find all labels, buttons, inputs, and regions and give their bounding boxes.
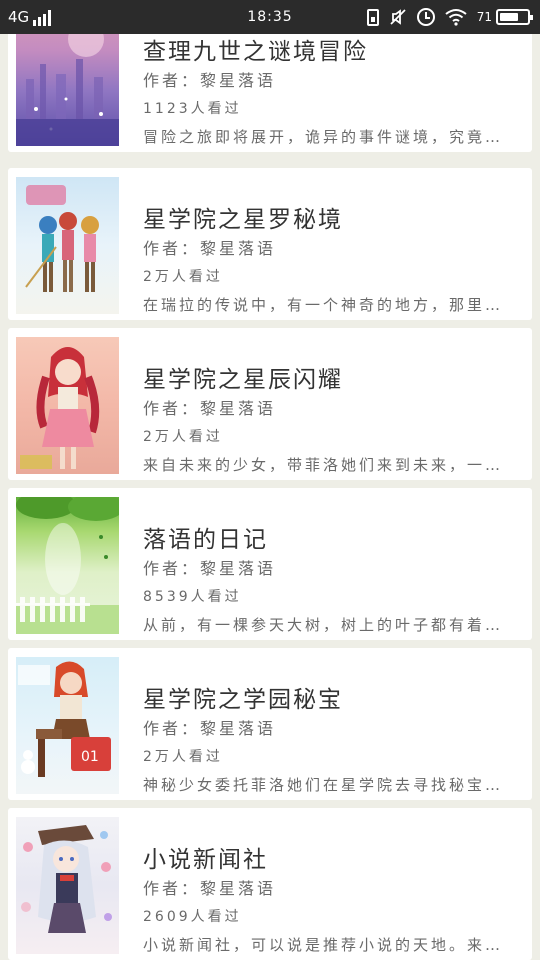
book-cover <box>16 817 119 954</box>
book-description: 小说新闻社，可以说是推荐小说的天地。来… <box>143 936 504 954</box>
mute-icon <box>389 8 407 26</box>
book-author: 作者：黎星落语 <box>143 399 277 418</box>
cover-green-diary-icon <box>16 497 119 634</box>
book-description: 神秘少女委托菲洛她们在星学院去寻找秘宝… <box>143 776 504 794</box>
alarm-icon <box>416 8 435 26</box>
svg-text:01: 01 <box>81 749 99 765</box>
battery-percent: 71 <box>476 10 492 24</box>
book-description: 在瑞拉的传说中，有一个神奇的地方，那里… <box>143 296 504 314</box>
book-cover: 01 <box>16 657 119 794</box>
book-title: 星学院之星罗秘境 <box>143 207 343 233</box>
book-title: 落语的日记 <box>143 527 268 553</box>
cover-girl-sitting-icon: 01 <box>18 661 111 777</box>
cover-red-hair-girl-icon <box>20 347 100 469</box>
book-author: 作者：黎星落语 <box>143 559 277 578</box>
book-views: 1123人看过 <box>143 101 242 117</box>
book-title: 小说新闻社 <box>143 847 268 873</box>
status-icons: 71 <box>366 6 533 28</box>
book-card[interactable]: 星学院之星辰闪耀 作者：黎星落语 2万人看过 来自未来的少女，带菲洛她们来到未来… <box>8 328 532 480</box>
book-card[interactable]: 01 星学院之学园秘宝 作者：黎星落语 2万人看过 神秘少女委托菲洛她们在星学院… <box>8 648 532 800</box>
book-cover <box>16 177 119 314</box>
cover-anime-silver-hair-icon <box>21 825 112 933</box>
book-card[interactable]: 星学院之星罗秘境 作者：黎星落语 2万人看过 在瑞拉的传说中，有一个神奇的地方，… <box>8 168 532 320</box>
book-views: 2万人看过 <box>143 269 223 285</box>
book-card[interactable]: 落语的日记 作者：黎星落语 8539人看过 从前，有一棵参天大树，树上的叶子都有… <box>8 488 532 640</box>
cover-three-girls-icon <box>25 185 99 292</box>
book-views: 8539人看过 <box>143 589 242 605</box>
book-cover <box>16 337 119 474</box>
book-author: 作者：黎星落语 <box>143 239 277 258</box>
book-description: 来自未来的少女，带菲洛她们来到未来，一… <box>143 456 504 474</box>
book-views: 2万人看过 <box>143 749 223 765</box>
status-bar: 4G 18:35 71 <box>0 0 540 34</box>
book-title: 星学院之学园秘宝 <box>143 687 343 713</box>
battery-icon <box>496 9 533 25</box>
sim-card-icon <box>366 8 379 26</box>
book-title: 星学院之星辰闪耀 <box>143 367 343 393</box>
wifi-icon <box>445 8 467 26</box>
book-author: 作者：黎星落语 <box>143 71 277 90</box>
book-cover <box>16 497 119 634</box>
book-description: 冒险之旅即将展开，诡异的事件谜境，究竟… <box>143 128 504 146</box>
book-title: 查理九世之谜境冒险 <box>143 39 368 65</box>
book-author: 作者：黎星落语 <box>143 879 277 898</box>
book-views: 2609人看过 <box>143 909 242 925</box>
battery-indicator: 71 <box>476 9 533 25</box>
book-views: 2万人看过 <box>143 429 223 445</box>
book-author: 作者：黎星落语 <box>143 719 277 738</box>
book-card[interactable]: 小说新闻社 作者：黎星落语 2609人看过 小说新闻社，可以说是推荐小说的天地。… <box>8 808 532 960</box>
book-description: 从前，有一棵参天大树，树上的叶子都有着… <box>143 616 504 634</box>
